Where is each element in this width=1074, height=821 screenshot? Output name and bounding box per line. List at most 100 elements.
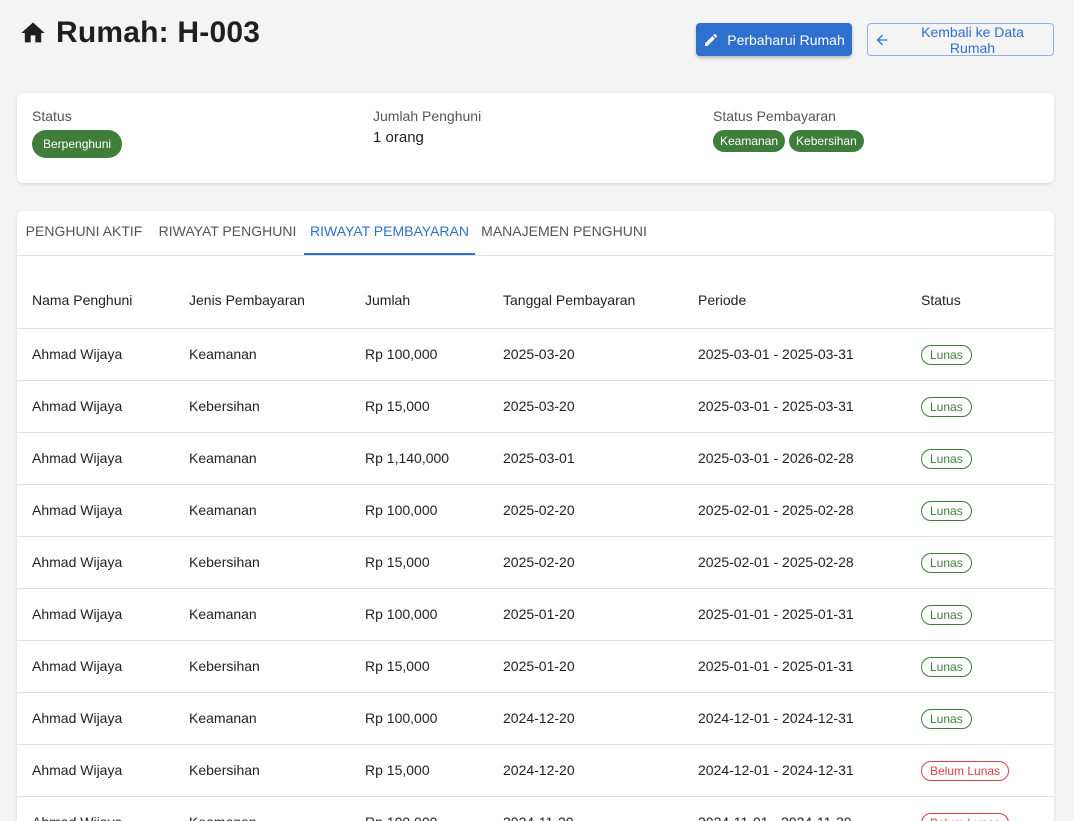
amount-cell: Rp 100,000 [365,502,438,518]
payment-status-cell: Lunas [921,537,972,588]
status-badge: Lunas [921,449,972,470]
column-header-name: Nama Penghuni [32,292,133,308]
resident-name-cell: Ahmad Wijaya [32,450,123,466]
status-badge: Lunas [921,709,972,730]
column-header-period: Periode [698,292,747,308]
table-row: Ahmad Wijaya Kebersihan Rp 15,000 2025-02-2… [17,537,1054,589]
amount-cell: Rp 15,000 [365,762,430,778]
pencil-icon [703,32,719,48]
period-cell: 2025-03-01 - 2025-03-31 [698,398,854,414]
back-to-houses-button[interactable]: Kembali ke Data Rumah [867,23,1054,56]
payment-history-table: Nama Penghuni Jenis Pembayaran Jumlah Ta… [17,275,1054,821]
payment-type-cell: Keamanan [189,797,257,821]
payment-status-cell: Lunas [921,381,972,432]
period-cell: 2025-03-01 - 2025-03-31 [698,346,854,362]
payment-status-cell: Belum Lunas [921,797,1010,821]
period-cell: 2025-03-01 - 2026-02-28 [698,450,854,466]
period-cell: 2024-12-01 - 2024-12-31 [698,710,854,726]
resident-name-cell: Ahmad Wijaya [32,502,123,518]
resident-name-cell: Ahmad Wijaya [32,398,123,414]
payment-date-cell: 2025-03-01 [503,450,575,466]
payment-date-cell: 2025-02-20 [503,502,575,518]
column-header-amount: Jumlah [365,292,411,308]
status-badge: Belum Lunas [921,761,1010,782]
table-row: Ahmad Wijaya Keamanan Rp 100,000 2024-11-20… [17,797,1054,821]
payment-type-cell: Kebersihan [189,398,260,414]
period-cell: 2024-11-01 - 2024-11-30 [698,797,852,821]
payment-status-section: Status Pembayaran Keamanan Kebersihan [713,108,868,152]
payment-type-cell: Keamanan [189,346,257,362]
tab-resident-management[interactable]: MANAJEMEN PENGHUNI [475,211,653,255]
update-house-label: Perbaharui Rumah [727,31,845,48]
payment-status-cell: Lunas [921,641,972,692]
residents-section: Jumlah Penghuni 1 orang [373,108,481,146]
page-title: Rumah: H-003 [56,16,261,49]
home-icon [19,19,47,47]
payment-type-cell: Keamanan [189,502,257,518]
amount-cell: Rp 15,000 [365,554,430,570]
status-badge: Lunas [921,397,972,418]
payment-status-cell: Lunas [921,693,972,744]
period-cell: 2025-01-01 - 2025-01-31 [698,658,854,674]
payment-date-cell: 2025-02-20 [503,554,575,570]
status-badge: Belum Lunas [921,813,1010,821]
amount-cell: Rp 100,000 [365,346,438,362]
column-header-type: Jenis Pembayaran [189,292,305,308]
page: Rumah: H-003 Perbaharui Rumah Kembali ke… [0,0,1074,821]
period-cell: 2025-02-01 - 2025-02-28 [698,554,854,570]
payment-status-cell: Lunas [921,589,972,640]
tab-bar: PENGHUNI AKTIF RIWAYAT PENGHUNI RIWAYAT … [17,211,1054,256]
payment-status-label: Status Pembayaran [713,108,836,124]
tab-active-residents[interactable]: PENGHUNI AKTIF [17,211,151,255]
payment-date-cell: 2024-12-20 [503,710,575,726]
status-badge: Lunas [921,605,972,626]
residents-count: 1 orang [373,129,424,146]
table-row: Ahmad Wijaya Kebersihan Rp 15,000 2024-12-2… [17,745,1054,797]
table-row: Ahmad Wijaya Kebersihan Rp 15,000 2025-01-2… [17,641,1054,693]
amount-cell: Rp 100,000 [365,606,438,622]
table-row: Ahmad Wijaya Keamanan Rp 100,000 2024-12-20… [17,693,1054,745]
payment-status-cell: Belum Lunas [921,745,1010,796]
resident-name-cell: Ahmad Wijaya [32,797,122,821]
table-row: Ahmad Wijaya Keamanan Rp 100,000 2025-01-20… [17,589,1054,641]
arrow-left-icon [874,32,890,48]
residents-label: Jumlah Penghuni [373,108,482,124]
payment-status-cell: Lunas [921,485,972,536]
column-header-date: Tanggal Pembayaran [503,292,636,308]
status-badge: Lunas [921,553,972,574]
resident-name-cell: Ahmad Wijaya [32,346,123,362]
period-cell: 2025-02-01 - 2025-02-28 [698,502,854,518]
resident-name-cell: Ahmad Wijaya [32,554,123,570]
column-header-status: Status [921,292,961,308]
table-row: Ahmad Wijaya Keamanan Rp 100,000 2025-02-20… [17,485,1054,537]
status-label: Status [32,108,72,124]
status-badge: Lunas [921,657,972,678]
amount-cell: Rp 1,140,000 [365,450,450,466]
payment-status-cell: Lunas [921,329,972,380]
title-wrap: Rumah: H-003 [19,16,260,50]
payment-date-cell: 2024-11-20 [503,797,574,821]
payment-status-cell: Lunas [921,433,972,484]
tab-resident-history[interactable]: RIWAYAT PENGHUNI [151,211,304,255]
payment-chip-keamanan: Keamanan [713,130,786,152]
payment-type-cell: Keamanan [189,606,257,622]
payment-date-cell: 2025-01-20 [503,606,575,622]
payment-date-cell: 2025-03-20 [503,398,575,414]
status-badge: Lunas [921,345,972,366]
details-card: PENGHUNI AKTIF RIWAYAT PENGHUNI RIWAYAT … [17,211,1054,821]
amount-cell: Rp 100,000 [365,797,437,821]
period-cell: 2024-12-01 - 2024-12-31 [698,762,854,778]
page-header: Rumah: H-003 Perbaharui Rumah Kembali ke… [19,14,1054,58]
house-info-card: Status Berpenghuni Jumlah Penghuni 1 ora… [17,93,1054,183]
payment-chip-kebersihan: Kebersihan [789,130,864,152]
payment-date-cell: 2025-01-20 [503,658,575,674]
payment-type-cell: Keamanan [189,710,257,726]
update-house-button[interactable]: Perbaharui Rumah [696,23,852,56]
table-header: Nama Penghuni Jenis Pembayaran Jumlah Ta… [17,275,1054,329]
payment-type-cell: Keamanan [189,450,257,466]
payment-type-cell: Kebersihan [189,658,260,674]
amount-cell: Rp 100,000 [365,710,438,726]
amount-cell: Rp 15,000 [365,398,430,414]
tab-payment-history[interactable]: RIWAYAT PEMBAYARAN [304,211,475,255]
status-section: Status Berpenghuni [32,108,123,158]
